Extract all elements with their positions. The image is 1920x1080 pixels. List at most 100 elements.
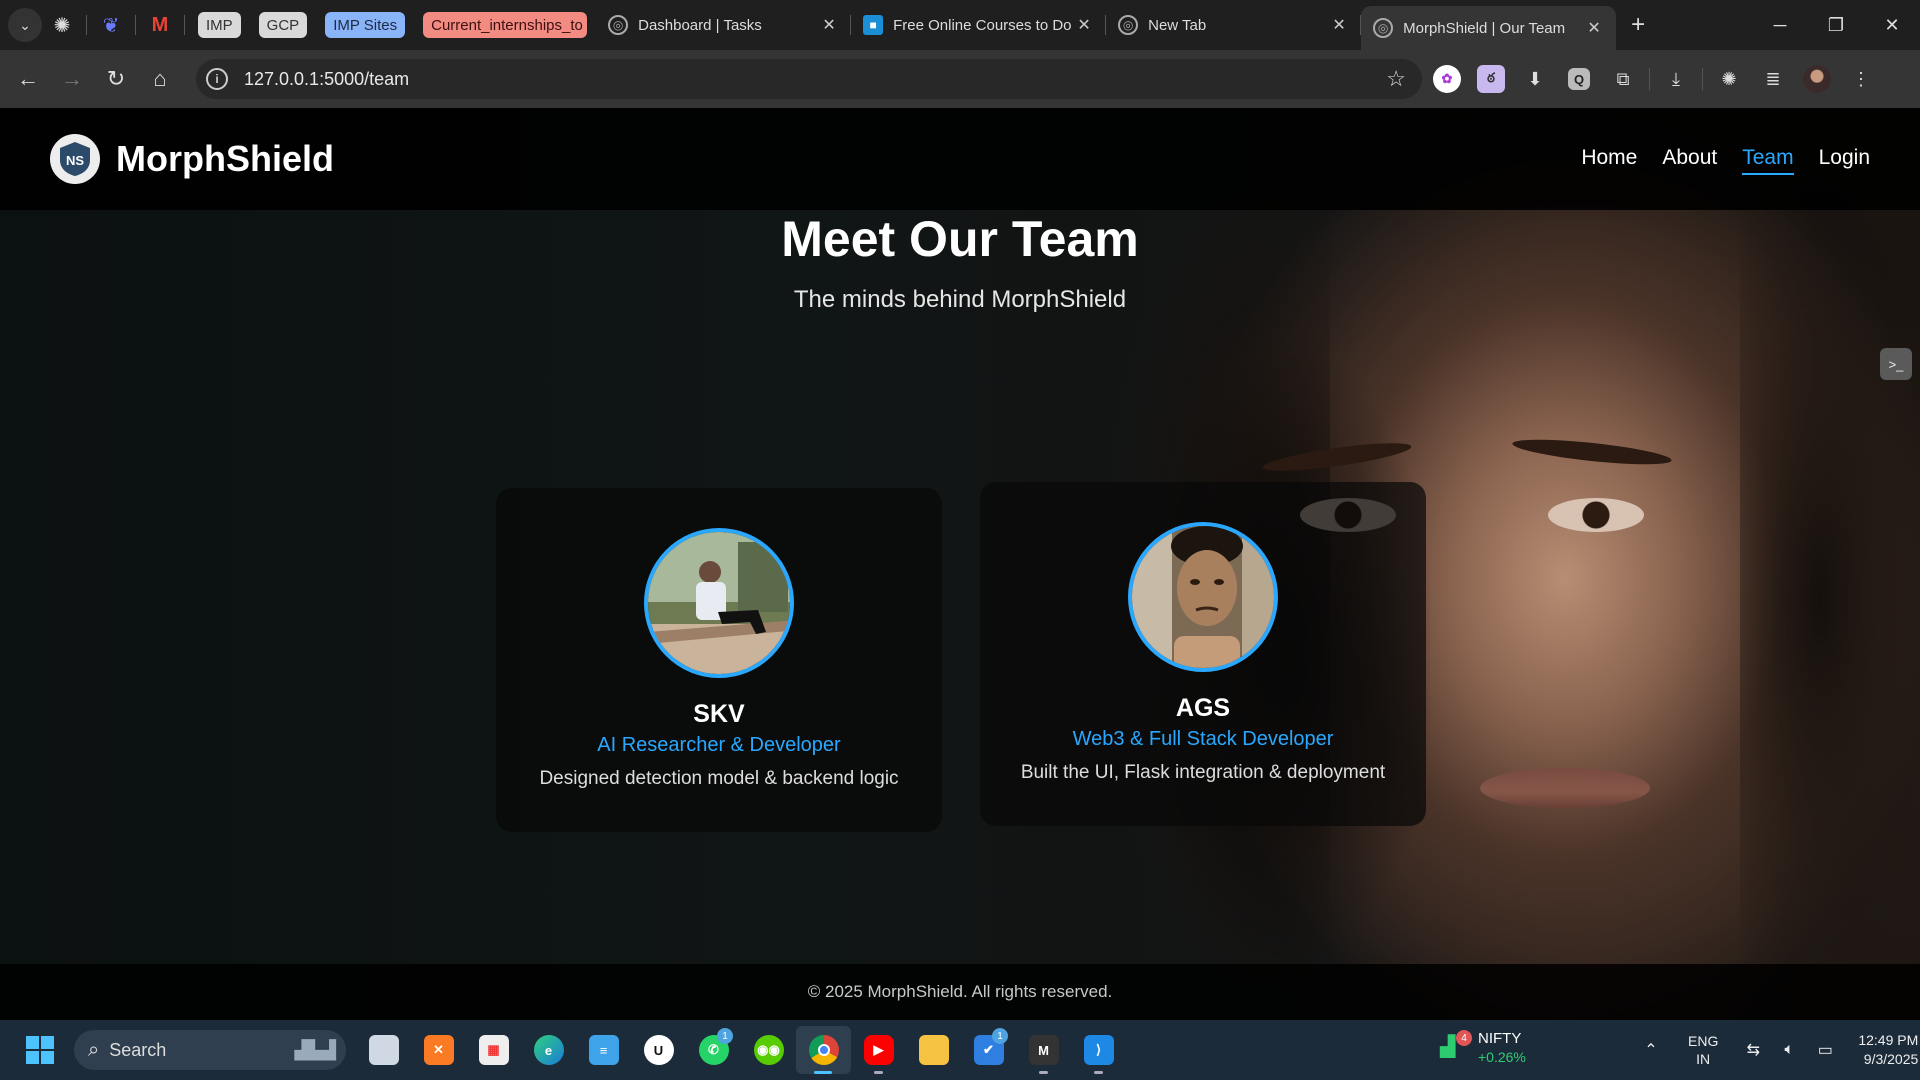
course-favicon-icon: ■ xyxy=(863,15,884,35)
nifty-change: +0.26% xyxy=(1478,1049,1526,1065)
tab-separator xyxy=(135,15,136,35)
back-arrow-icon[interactable]: ← xyxy=(6,57,50,101)
toolbar-separator xyxy=(1702,68,1703,90)
tab-dashboard[interactable]: ◎ Dashboard | Tasks ✕ xyxy=(596,5,852,45)
q-extension-icon[interactable]: Q xyxy=(1559,59,1599,99)
svg-text:NS: NS xyxy=(66,153,84,168)
close-tab-icon[interactable]: ✕ xyxy=(1074,15,1094,35)
puzzle-extensions-icon[interactable]: ⧉ xyxy=(1603,59,1643,99)
nifty-widget[interactable]: ▟ 4 NIFTY +0.26% xyxy=(1440,1030,1526,1066)
restore-icon[interactable]: ❐ xyxy=(1808,0,1864,50)
side-panel-widget-icon[interactable]: >_ xyxy=(1880,348,1912,380)
tray-overflow-chevron-icon[interactable]: ⌃ xyxy=(1636,1040,1666,1060)
nifty-label: NIFTY xyxy=(1478,1030,1522,1047)
search-label: Search xyxy=(109,1039,167,1060)
tab-group-gcp[interactable]: GCP xyxy=(258,12,308,38)
notification-badge: 1 xyxy=(717,1028,733,1044)
todo-icon[interactable]: ✔ 1 xyxy=(961,1026,1016,1074)
close-tab-icon[interactable]: ✕ xyxy=(1329,15,1349,35)
notification-badge: 4 xyxy=(1456,1030,1472,1046)
site-info-icon[interactable]: i xyxy=(206,68,228,90)
close-window-icon[interactable]: ✕ xyxy=(1864,0,1920,50)
tab-group-internships[interactable]: Current_internships_to xyxy=(423,12,588,38)
language-indicator[interactable]: ENG IN xyxy=(1688,1032,1718,1068)
new-tab-plus-icon[interactable]: + xyxy=(1620,7,1656,43)
shield-logo-icon: NS xyxy=(50,134,100,184)
xampp-icon[interactable]: ✕ xyxy=(411,1026,466,1074)
globe-favicon-icon: ◎ xyxy=(608,15,629,35)
member-name: AGS xyxy=(1175,694,1231,722)
nav-login[interactable]: Login xyxy=(1819,146,1870,175)
brand[interactable]: NS MorphShield xyxy=(50,134,334,184)
taskbar: ⌕ Search ▟▙▟ ✕ ▦ e ≡ U ✆ 1 ◉◉ ▶ ✔ 1 M ⟩ ▟ 4… xyxy=(0,1020,1920,1080)
close-tab-icon[interactable]: ✕ xyxy=(1584,18,1604,38)
notepad-icon[interactable]: ≡ xyxy=(576,1026,631,1074)
tab-morphshield-team[interactable]: ◎ MorphShield | Our Team ✕ xyxy=(1361,6,1617,50)
download-arrow-extension-icon[interactable]: ⬇ xyxy=(1515,59,1555,99)
whatsapp-icon[interactable]: ✆ 1 xyxy=(686,1026,741,1074)
member-role: Web3 & Full Stack Developer xyxy=(1072,728,1334,750)
system-tray: ⌃ ENG IN ⇆ 🔈︎ ▭ 12:49 PM 9/3/2025 xyxy=(1636,1020,1918,1080)
volume-icon[interactable]: 🔈︎ xyxy=(1774,1041,1804,1059)
downloads-icon[interactable]: ⤓ xyxy=(1656,59,1696,99)
tab-search-chevron-icon[interactable]: ⌄ xyxy=(8,8,42,42)
browser-toolbar: ← → ↻ ⌂ i 127.0.0.1:5000/team ☆ ✿ ఠ ⬇ Q … xyxy=(0,50,1920,108)
microsoft-store-icon[interactable]: ▦ xyxy=(466,1026,521,1074)
tab-label: Dashboard | Tasks xyxy=(638,16,762,34)
tab-courses[interactable]: ■ Free Online Courses to Do ✕ xyxy=(851,5,1107,45)
u-app-icon[interactable]: U xyxy=(631,1026,686,1074)
tab-label: New Tab xyxy=(1148,16,1207,34)
globe-favicon-icon: ◎ xyxy=(1373,18,1394,38)
tab-group-imp-sites[interactable]: IMP Sites xyxy=(325,12,406,38)
task-view-icon[interactable] xyxy=(356,1026,411,1074)
bookmark-star-icon[interactable]: ☆ xyxy=(1386,66,1406,92)
brain-extension-icon[interactable]: ✿ xyxy=(1427,59,1467,99)
youtube-icon[interactable]: ▶ xyxy=(851,1026,906,1074)
media-controls-icon[interactable]: ≣ xyxy=(1753,59,1793,99)
url-text[interactable]: 127.0.0.1:5000/team xyxy=(244,69,409,90)
duolingo-icon[interactable]: ◉◉ xyxy=(741,1026,796,1074)
network-icon[interactable]: ⇆ xyxy=(1738,1040,1768,1060)
windows-start-icon[interactable] xyxy=(26,1036,54,1064)
tab-new-tab[interactable]: ◎ New Tab ✕ xyxy=(1106,5,1362,45)
site-footer: © 2025 MorphShield. All rights reserved. xyxy=(0,964,1920,1020)
profile-avatar-icon[interactable] xyxy=(1797,59,1837,99)
face-extension-icon[interactable]: ఠ xyxy=(1471,59,1511,99)
vscode-icon[interactable]: ⟩ xyxy=(1071,1026,1126,1074)
chatgpt-sidebar-icon[interactable]: ✺ xyxy=(1709,59,1749,99)
tab-group-imp[interactable]: IMP xyxy=(198,12,241,38)
member-name: SKV xyxy=(693,700,745,728)
member-role: AI Researcher & Developer xyxy=(597,734,841,756)
pinned-app-icon[interactable]: ❦ xyxy=(91,5,131,45)
file-explorer-icon[interactable] xyxy=(906,1026,961,1074)
gmail-icon[interactable]: M xyxy=(140,5,180,45)
stock-chart-icon: ▟ 4 xyxy=(1440,1030,1472,1062)
team-card-ags: AGS Web3 & Full Stack Developer Built th… xyxy=(980,482,1426,826)
chrome-icon[interactable] xyxy=(796,1026,851,1074)
search-icon: ⌕ xyxy=(88,1038,100,1061)
address-bar[interactable]: i 127.0.0.1:5000/team ☆ xyxy=(196,59,1422,99)
nav-about[interactable]: About xyxy=(1662,146,1717,175)
site-navbar: NS MorphShield Home About Team Login xyxy=(0,108,1920,210)
m-app-icon[interactable]: M xyxy=(1016,1026,1071,1074)
extensions-area: ✿ ఠ ⬇ Q ⧉ ⤓ ✺ ≣ ⋮ xyxy=(1425,59,1883,99)
browser-menu-icon[interactable]: ⋮ xyxy=(1841,59,1881,99)
page-subtitle: The minds behind MorphShield xyxy=(793,286,1127,313)
reload-icon[interactable]: ↻ xyxy=(94,57,138,101)
notification-badge: 1 xyxy=(992,1028,1008,1044)
nav-team[interactable]: Team xyxy=(1742,146,1794,175)
battery-icon[interactable]: ▭ xyxy=(1810,1040,1840,1060)
clock[interactable]: 12:49 PM 9/3/2025 xyxy=(1858,1031,1918,1069)
edge-icon[interactable]: e xyxy=(521,1026,576,1074)
web-page: NS MorphShield Home About Team Login Mee… xyxy=(0,108,1920,1020)
tab-label: MorphShield | Our Team xyxy=(1403,19,1566,37)
chatgpt-pinned-icon[interactable]: ✺ xyxy=(42,5,82,45)
minimize-icon[interactable]: ─ xyxy=(1752,0,1808,50)
team-card-skv: SKV AI Researcher & Developer Designed d… xyxy=(496,488,942,832)
home-icon[interactable]: ⌂ xyxy=(138,57,182,101)
taskbar-search[interactable]: ⌕ Search ▟▙▟ xyxy=(74,1030,346,1070)
forward-arrow-icon[interactable]: → xyxy=(50,57,94,101)
member-description: Designed detection model & backend logic xyxy=(539,768,899,789)
close-tab-icon[interactable]: ✕ xyxy=(819,15,839,35)
nav-home[interactable]: Home xyxy=(1581,146,1637,175)
